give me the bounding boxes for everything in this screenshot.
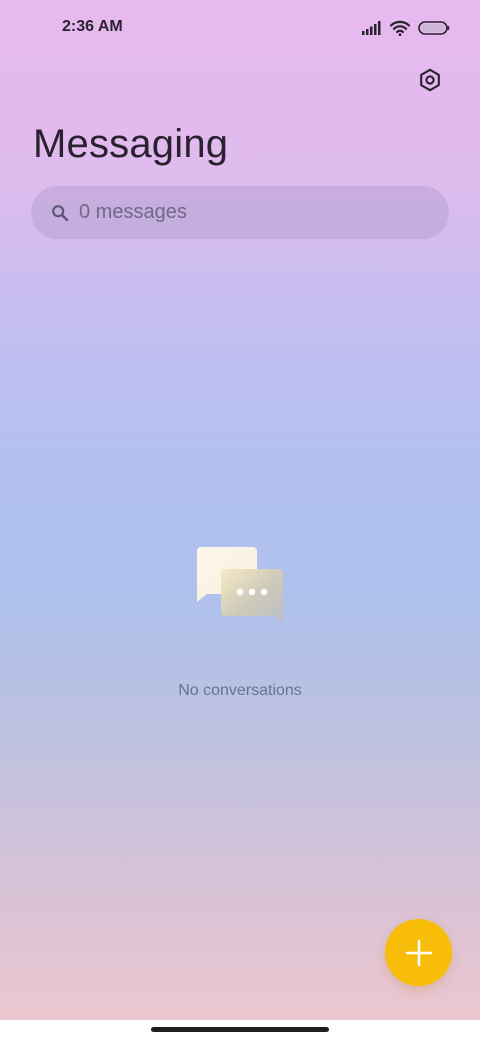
plus-icon	[405, 939, 432, 966]
status-time: 2:36 AM	[62, 18, 123, 35]
settings-icon	[420, 68, 440, 92]
settings-button[interactable]	[416, 66, 444, 94]
chat-bubbles-icon	[190, 540, 290, 630]
page-title: Messaging	[33, 122, 229, 166]
messaging-screen: 2:36 AM Messaging 0 messages No conversa…	[0, 0, 480, 1020]
search-placeholder: 0 messages	[79, 201, 187, 223]
search-bar[interactable]: 0 messages	[31, 186, 449, 239]
empty-state-text: No conversations	[178, 682, 302, 699]
status-bar: 2:36 AM	[0, 0, 480, 56]
wifi-icon	[390, 20, 410, 36]
home-indicator[interactable]	[151, 1027, 329, 1032]
navigation-bar	[0, 1020, 480, 1040]
search-icon	[52, 204, 69, 221]
signal-icon	[362, 21, 382, 35]
new-conversation-button[interactable]	[385, 919, 452, 986]
battery-icon	[418, 20, 450, 36]
status-icons	[362, 18, 450, 38]
